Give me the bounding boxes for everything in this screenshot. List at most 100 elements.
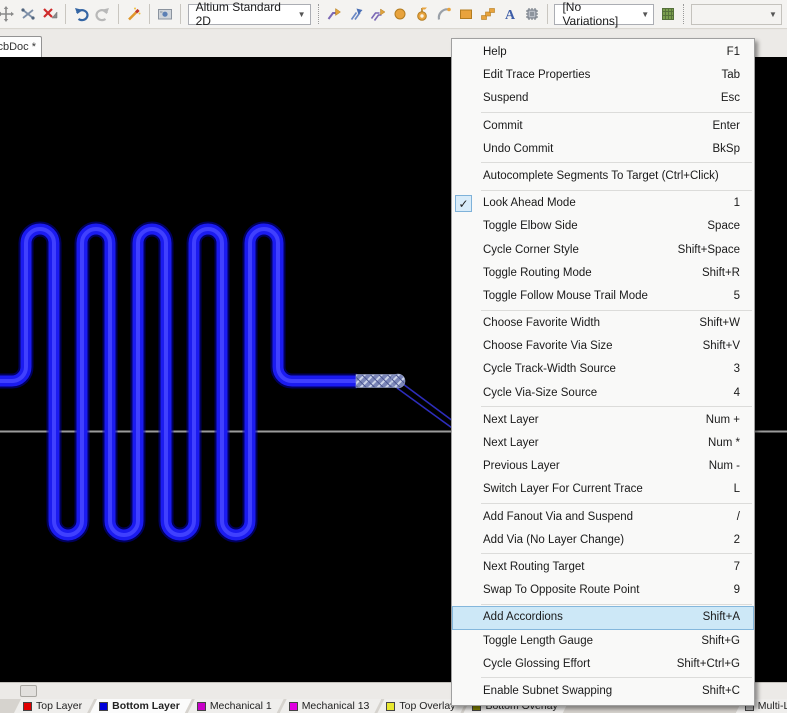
variations-select[interactable]: [No Variations] ▼ [554, 4, 654, 25]
layer-tab-mechanical-1[interactable]: Mechanical 1 [188, 699, 284, 713]
menu-item-next-layer[interactable]: Next LayerNum + [452, 409, 754, 432]
menu-item-look-ahead-mode[interactable]: ✓Look Ahead Mode1 [452, 192, 754, 215]
embedded-board-icon[interactable] [658, 4, 678, 24]
menu-item-toggle-length-gauge[interactable]: Toggle Length GaugeShift+G [452, 630, 754, 653]
menu-item-shortcut: 2 [734, 529, 740, 552]
menu-item-label: Toggle Routing Mode [483, 262, 702, 285]
via-icon[interactable] [412, 4, 432, 24]
trace-core [0, 229, 357, 535]
lookahead-trace [397, 388, 459, 433]
magic-wand-icon[interactable] [124, 4, 144, 24]
menu-item-label: Commit [483, 115, 713, 138]
menu-item-next-layer[interactable]: Next LayerNum * [452, 432, 754, 455]
board-view-icon[interactable] [155, 4, 175, 24]
menu-item-suspend[interactable]: SuspendEsc [452, 87, 754, 110]
layer-color-swatch [23, 702, 32, 711]
paste-array-icon[interactable] [478, 4, 498, 24]
menu-item-enable-subnet-swapping[interactable]: Enable Subnet SwappingShift+C [452, 680, 754, 703]
menu-separator [481, 604, 752, 605]
interactive-route-icon[interactable] [324, 4, 344, 24]
chevron-down-icon: ▼ [761, 10, 777, 19]
menu-item-label: Help [483, 41, 727, 64]
menu-item-toggle-routing-mode[interactable]: Toggle Routing ModeShift+R [452, 262, 754, 285]
menu-item-edit-trace-properties[interactable]: Edit Trace PropertiesTab [452, 64, 754, 87]
layer-color-swatch [99, 702, 108, 711]
menu-item-shortcut: L [734, 478, 740, 501]
arc-icon[interactable] [434, 4, 454, 24]
edit-tool-group [0, 4, 61, 24]
menu-item-undo-commit[interactable]: Undo CommitBkSp [452, 138, 754, 161]
menu-item-add-accordions[interactable]: Add AccordionsShift+A [452, 606, 754, 629]
layer-tab-mechanical-13[interactable]: Mechanical 13 [280, 699, 382, 713]
component-icon[interactable] [522, 4, 542, 24]
main-toolbar: Altium Standard 2D ▼ A [No Variations] ▼… [0, 0, 787, 29]
view-mode-select[interactable]: Altium Standard 2D ▼ [188, 4, 311, 25]
menu-item-shortcut: 4 [734, 382, 740, 405]
menu-separator [481, 677, 752, 678]
menu-item-label: Undo Commit [483, 138, 713, 161]
menu-item-shortcut: Shift+R [702, 262, 740, 285]
menu-item-cycle-via-size-source[interactable]: Cycle Via-Size Source4 [452, 382, 754, 405]
menu-item-shortcut: 7 [734, 556, 740, 579]
menu-item-label: Suspend [483, 87, 721, 110]
menu-item-cycle-track-width-source[interactable]: Cycle Track-Width Source3 [452, 358, 754, 381]
menu-item-toggle-follow-mouse-trail-mode[interactable]: Toggle Follow Mouse Trail Mode5 [452, 285, 754, 308]
menu-item-commit[interactable]: CommitEnter [452, 115, 754, 138]
toolbar-separator [318, 4, 319, 24]
text-icon[interactable]: A [500, 4, 520, 24]
menu-item-swap-to-opposite-route-point[interactable]: Swap To Opposite Route Point9 [452, 579, 754, 602]
layer-tab-label: Mechanical 13 [302, 700, 370, 712]
svg-text:A: A [504, 8, 515, 22]
menu-item-label: Choose Favorite Via Size [483, 335, 703, 358]
menu-item-next-routing-target[interactable]: Next Routing Target7 [452, 556, 754, 579]
menu-separator [481, 553, 752, 554]
menu-item-label: Enable Subnet Swapping [483, 680, 702, 703]
move-cross-icon[interactable] [0, 4, 16, 24]
menu-item-shortcut: 1 [734, 192, 740, 215]
menu-item-label: Switch Layer For Current Trace [483, 478, 734, 501]
menu-item-label: Choose Favorite Width [483, 312, 699, 335]
pad-icon[interactable] [390, 4, 410, 24]
layer-tab-top-layer[interactable]: Top Layer [14, 699, 94, 713]
menu-item-choose-favorite-width[interactable]: Choose Favorite WidthShift+W [452, 312, 754, 335]
menu-item-autocomplete-segments-to-target-ctrl-click[interactable]: Autocomplete Segments To Target (Ctrl+Cl… [452, 165, 754, 188]
menu-item-label: Cycle Glossing Effort [483, 653, 677, 676]
delete-cross-icon[interactable] [40, 4, 60, 24]
undo-icon[interactable] [71, 4, 91, 24]
menu-item-shortcut: Tab [721, 64, 740, 87]
multi-route-icon[interactable] [368, 4, 388, 24]
menu-item-toggle-elbow-side[interactable]: Toggle Elbow SideSpace [452, 215, 754, 238]
document-tab[interactable]: PcbDoc * [0, 36, 42, 57]
extra-select[interactable]: ▼ [691, 4, 782, 25]
context-menu: HelpF1Edit Trace PropertiesTabSuspendEsc… [451, 38, 755, 706]
menu-item-label: Cycle Track-Width Source [483, 358, 734, 381]
menu-item-label: Edit Trace Properties [483, 64, 721, 87]
differential-pair-icon[interactable] [346, 4, 366, 24]
menu-item-choose-favorite-via-size[interactable]: Choose Favorite Via SizeShift+V [452, 335, 754, 358]
menu-item-label: Add Accordions [483, 606, 703, 629]
menu-item-cycle-corner-style[interactable]: Cycle Corner StyleShift+Space [452, 239, 754, 262]
menu-item-add-fanout-via-and-suspend[interactable]: Add Fanout Via and Suspend/ [452, 506, 754, 529]
placement-tool-group: A [323, 4, 543, 24]
menu-item-shortcut: Shift+Ctrl+G [677, 653, 740, 676]
menu-item-add-via-no-layer-change[interactable]: Add Via (No Layer Change)2 [452, 529, 754, 552]
chevron-down-icon: ▼ [633, 10, 649, 19]
menu-item-help[interactable]: HelpF1 [452, 41, 754, 64]
menu-item-shortcut: Space [707, 215, 740, 238]
scrollbar-thumb[interactable] [20, 685, 37, 697]
menu-item-shortcut: BkSp [713, 138, 741, 161]
menu-item-label: Previous Layer [483, 455, 709, 478]
redo-icon[interactable] [93, 4, 113, 24]
menu-item-label: Add Fanout Via and Suspend [483, 506, 737, 529]
menu-item-previous-layer[interactable]: Previous LayerNum - [452, 455, 754, 478]
layer-tab-bottom-layer[interactable]: Bottom Layer [90, 699, 192, 713]
fill-icon[interactable] [456, 4, 476, 24]
menu-item-label: Next Layer [483, 432, 708, 455]
menu-separator [481, 406, 752, 407]
chevron-down-icon: ▼ [290, 10, 306, 19]
toolbar-separator [547, 4, 548, 24]
cut-net-icon[interactable] [18, 4, 38, 24]
menu-item-cycle-glossing-effort[interactable]: Cycle Glossing EffortShift+Ctrl+G [452, 653, 754, 676]
menu-item-shortcut: F1 [727, 41, 740, 64]
menu-item-switch-layer-for-current-trace[interactable]: Switch Layer For Current TraceL [452, 478, 754, 501]
